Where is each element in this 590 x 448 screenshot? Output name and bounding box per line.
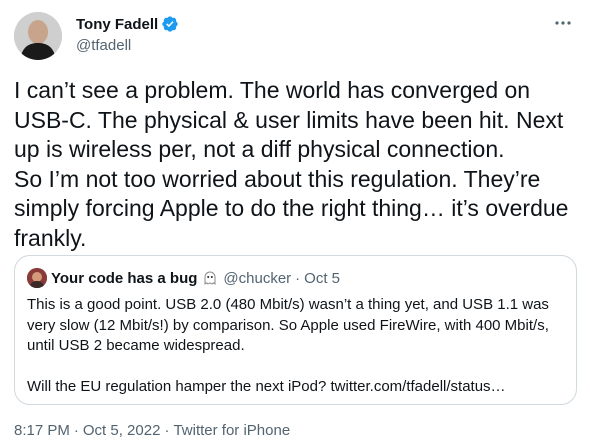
meta-separator: · <box>73 422 79 439</box>
avatar-image <box>14 12 62 60</box>
quoted-separator: · <box>295 269 301 287</box>
verified-badge-icon <box>161 15 179 33</box>
author-avatar[interactable] <box>14 12 62 60</box>
ghost-emoji-icon <box>202 270 218 286</box>
quoted-author-display-name[interactable]: Your code has a bug <box>51 270 197 287</box>
tweet-text: I can’t see a problem. The world has con… <box>14 77 569 251</box>
tweet: Tony Fadell @tfadell I can’t see a probl… <box>0 0 590 448</box>
more-horizontal-icon[interactable] <box>552 12 574 34</box>
quoted-date[interactable]: Oct 5 <box>304 270 340 287</box>
tweet-date[interactable]: Oct 5, 2022 <box>83 422 161 439</box>
author-name-row: Tony Fadell <box>76 15 179 33</box>
quoted-author-handle[interactable]: @chucker <box>223 270 291 287</box>
author-handle[interactable]: @tfadell <box>76 37 131 54</box>
quoted-tweet-header: Your code has a bug @chucker · Oct 5 <box>27 268 340 288</box>
tweet-source[interactable]: Twitter for iPhone <box>173 422 290 439</box>
quoted-tweet[interactable]: Your code has a bug @chucker · Oct 5 Thi… <box>14 255 577 405</box>
meta-separator: · <box>164 422 170 439</box>
quoted-tweet-text: This is a good point. USB 2.0 (480 Mbit/… <box>27 296 549 395</box>
author-display-name[interactable]: Tony Fadell <box>76 16 158 33</box>
tweet-time[interactable]: 8:17 PM <box>14 422 70 439</box>
tweet-meta: 8:17 PM · Oct 5, 2022 · Twitter for iPhone <box>14 422 290 439</box>
quoted-author-avatar[interactable] <box>27 268 47 288</box>
